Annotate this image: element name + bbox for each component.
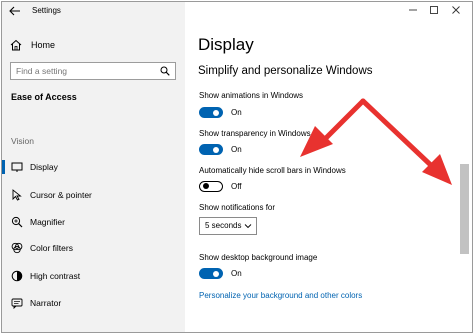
- sidebar-item-narrator[interactable]: Narrator: [2, 295, 185, 311]
- setting-label-scrollbars: Automatically hide scroll bars in Window…: [199, 166, 346, 175]
- group-label-vision: Vision: [11, 136, 34, 146]
- setting-label-notifications: Show notifications for: [199, 203, 276, 212]
- toggle-knob: [213, 109, 219, 116]
- title-bar: Settings: [2, 2, 185, 20]
- setting-label-desktop-background: Show desktop background image: [199, 253, 318, 262]
- sidebar-item-label: Cursor & pointer: [30, 190, 92, 200]
- cursor-icon: [12, 189, 22, 201]
- section-subtitle: Simplify and personalize Windows: [198, 65, 373, 77]
- desktop-background-toggle[interactable]: [199, 268, 223, 279]
- scrollbar-thumb[interactable]: [460, 164, 469, 254]
- setting-label-animations: Show animations in Windows: [199, 91, 304, 100]
- app-title: Settings: [32, 6, 61, 15]
- close-icon[interactable]: [451, 5, 461, 15]
- home-nav-item[interactable]: Home: [10, 38, 55, 52]
- active-indicator: [2, 160, 5, 174]
- sidebar-item-label: High contrast: [30, 271, 81, 281]
- sidebar-item-magnifier[interactable]: Magnifier: [2, 214, 185, 230]
- minimize-icon[interactable]: [408, 5, 418, 15]
- sidebar: Settings Home Find a setting Ease of Acc…: [2, 2, 185, 332]
- sidebar-item-color-filters[interactable]: Color filters: [2, 240, 185, 256]
- chevron-down-icon: [244, 224, 252, 229]
- transparency-toggle-state: On: [231, 145, 242, 154]
- personalize-link[interactable]: Personalize your background and other co…: [199, 291, 362, 300]
- main-content: Display Simplify and personalize Windows…: [185, 2, 472, 332]
- sidebar-item-cursor-pointer[interactable]: Cursor & pointer: [2, 187, 185, 203]
- home-label: Home: [31, 40, 56, 50]
- setting-label-transparency: Show transparency in Windows: [199, 129, 311, 138]
- sidebar-item-label: Color filters: [30, 243, 73, 253]
- monitor-icon: [11, 162, 23, 172]
- search-placeholder: Find a setting: [16, 66, 68, 76]
- toggle-knob: [213, 146, 219, 153]
- sidebar-item-label: Display: [30, 162, 58, 172]
- sidebar-item-display[interactable]: Display: [2, 159, 185, 175]
- animations-toggle-state: On: [231, 108, 242, 117]
- animations-toggle[interactable]: [199, 107, 223, 118]
- scrollbars-toggle[interactable]: [199, 181, 223, 192]
- desktop-background-toggle-state: On: [231, 269, 242, 278]
- sidebar-item-high-contrast[interactable]: High contrast: [2, 268, 185, 284]
- scrollbars-toggle-state: Off: [231, 182, 242, 191]
- back-arrow-icon[interactable]: [9, 6, 21, 16]
- sidebar-item-label: Narrator: [30, 298, 62, 308]
- page-title: Display: [198, 35, 254, 54]
- toggle-knob: [213, 270, 219, 277]
- search-icon[interactable]: [160, 66, 170, 76]
- magnifier-icon: [11, 216, 23, 228]
- settings-window: Settings Home Find a setting Ease of Acc…: [1, 1, 473, 333]
- dropdown-value: 5 seconds: [205, 221, 242, 230]
- narrator-icon: [11, 298, 23, 309]
- color-filters-icon: [11, 242, 23, 254]
- toggle-knob: [202, 183, 209, 189]
- transparency-toggle[interactable]: [199, 144, 223, 155]
- high-contrast-icon: [11, 270, 23, 282]
- notifications-duration-select[interactable]: 5 seconds: [199, 217, 257, 235]
- search-input[interactable]: Find a setting: [10, 62, 176, 80]
- sidebar-item-label: Magnifier: [30, 217, 65, 227]
- home-icon: [10, 39, 22, 51]
- maximize-icon[interactable]: [429, 5, 439, 15]
- section-header: Ease of Access: [11, 92, 77, 102]
